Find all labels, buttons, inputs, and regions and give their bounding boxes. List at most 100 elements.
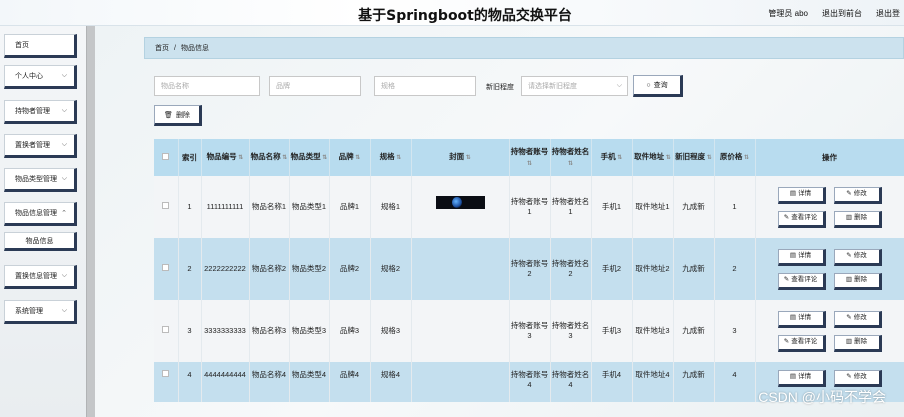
view-reviews-button[interactable]: ✎ 查看评论 — [777, 334, 826, 352]
table-row: 3 3333333333 物品名称3 物品类型3 品牌3 规格3 持物者账号3 … — [154, 300, 904, 362]
select-all-checkbox[interactable] — [154, 139, 179, 176]
condition-select[interactable]: 请选择新旧程度 ⌵ — [521, 76, 628, 96]
col-name[interactable]: 物品名称 ⇅ — [249, 139, 290, 176]
breadcrumb-separator: / — [174, 44, 176, 52]
edit-button[interactable]: ✎ 修改 — [833, 248, 882, 266]
cell-spec: 规格2 — [370, 238, 412, 300]
sidebar-item-info-mgmt[interactable]: 物品信息管理 ⌃ — [4, 202, 77, 226]
row-checkbox[interactable] — [154, 238, 179, 300]
spec-input[interactable]: 规格 — [374, 76, 476, 96]
edit-button[interactable]: ✎ 修改 — [833, 310, 882, 328]
sidebar-item-label: 置换者管理 — [15, 142, 50, 149]
cell-name: 物品名称4 — [249, 362, 290, 402]
sidebar-item-owner-mgmt[interactable]: 持物者管理 ⌵ — [4, 100, 77, 124]
sidebar-item-system-mgmt[interactable]: 系统管理 ⌵ — [4, 300, 77, 324]
condition-label: 新旧程度 — [486, 84, 514, 91]
sidebar-item-label: 物品信息管理 — [15, 210, 57, 217]
cell-owner-name: 持物者姓名3 — [550, 300, 592, 362]
edit-icon: ✎ — [846, 251, 852, 259]
cell-brand: 品牌4 — [329, 362, 371, 402]
trash-icon: ▥ — [845, 213, 853, 221]
detail-button[interactable]: ▤ 详情 — [777, 186, 826, 204]
cell-code: 2222222222 — [201, 238, 250, 300]
detail-button[interactable]: ▤ 详情 — [777, 370, 826, 387]
cell-phone: 手机2 — [591, 238, 633, 300]
cell-name: 物品名称2 — [249, 238, 290, 300]
top-links: 管理员 abo 退出到前台 退出登 — [768, 8, 900, 19]
delete-button[interactable]: ▥ 删除 — [833, 210, 882, 228]
col-brand[interactable]: 品牌 ⇅ — [329, 139, 371, 176]
sidebar-item-label: 系统管理 — [15, 308, 43, 315]
col-spec[interactable]: 规格 ⇅ — [370, 139, 412, 176]
items-table: 索引 物品编号 ⇅ 物品名称 ⇅ 物品类型 ⇅ 品牌 ⇅ 规格 ⇅ 封面 ⇅ 持… — [154, 139, 904, 402]
row-checkbox[interactable] — [154, 362, 179, 402]
row-checkbox[interactable] — [154, 176, 179, 238]
delete-button[interactable]: ▥ 删除 — [833, 334, 882, 352]
search-button-label: 查询 — [653, 82, 668, 89]
item-name-input[interactable]: 物品名称 — [154, 76, 260, 96]
cell-cover — [411, 300, 510, 362]
col-type[interactable]: 物品类型 ⇅ — [289, 139, 330, 176]
col-cover[interactable]: 封面 ⇅ — [411, 139, 510, 176]
cell-name: 物品名称1 — [249, 176, 290, 238]
cell-brand: 品牌2 — [329, 238, 371, 300]
trash-icon: 🗑 — [164, 111, 173, 119]
edit-button[interactable]: ✎ 修改 — [833, 370, 882, 387]
chevron-down-icon: ⌵ — [61, 307, 67, 314]
col-code[interactable]: 物品编号 ⇅ — [201, 139, 250, 176]
cell-index: 4 — [178, 362, 202, 402]
cell-price: 4 — [714, 362, 756, 402]
sidebar-item-home[interactable]: 首页 — [4, 34, 77, 58]
row-checkbox[interactable] — [154, 300, 179, 362]
search-button[interactable]: ○ 查询 — [633, 75, 683, 97]
breadcrumb-home[interactable]: 首页 — [155, 43, 169, 53]
delete-button[interactable]: ▥ 删除 — [833, 272, 882, 290]
sidebar-item-exchange-mgmt[interactable]: 置换信息管理 ⌵ — [4, 265, 77, 289]
sidebar-item-type-mgmt[interactable]: 物品类型管理 ⌵ — [4, 168, 77, 192]
cell-type: 物品类型1 — [289, 176, 330, 238]
review-icon: ✎ — [783, 275, 790, 283]
chevron-down-icon: ⌵ — [61, 72, 67, 79]
cover-image[interactable] — [435, 195, 485, 209]
sidebar-scrollbar[interactable] — [86, 26, 95, 417]
cell-cover — [411, 176, 510, 238]
col-phone[interactable]: 手机 ⇅ — [591, 139, 633, 176]
edit-icon: ✎ — [846, 313, 852, 321]
edit-icon: ✎ — [846, 373, 852, 381]
detail-button[interactable]: ▤ 详情 — [777, 310, 826, 328]
cell-owner-name: 持物者姓名2 — [550, 238, 592, 300]
cell-condition: 九成新 — [673, 362, 715, 402]
view-reviews-button[interactable]: ✎ 查看评论 — [777, 210, 826, 228]
top-bar: 基于Springboot的物品交换平台 管理员 abo 退出到前台 退出登 — [0, 0, 904, 26]
view-reviews-button[interactable]: ✎ 查看评论 — [777, 272, 826, 290]
edit-button[interactable]: ✎ 修改 — [833, 186, 882, 204]
col-owner-account[interactable]: 持物者账号 ⇅ — [509, 139, 551, 176]
detail-button[interactable]: ▤ 详情 — [777, 248, 826, 266]
sidebar-subitem-item-info[interactable]: 物品信息 — [4, 232, 77, 251]
cell-type: 物品类型3 — [289, 300, 330, 362]
sidebar-item-exchanger-mgmt[interactable]: 置换者管理 ⌵ — [4, 134, 77, 158]
trash-icon: ▥ — [845, 337, 853, 345]
review-icon: ✎ — [783, 337, 790, 345]
cell-index: 3 — [178, 300, 202, 362]
col-owner-name[interactable]: 持物者姓名 ⇅ — [550, 139, 592, 176]
breadcrumb-current: 物品信息 — [180, 45, 209, 52]
sidebar-item-profile[interactable]: 个人中心 ⌵ — [4, 65, 77, 89]
search-icon: ○ — [646, 81, 651, 89]
cell-type: 物品类型2 — [289, 238, 330, 300]
breadcrumb: 首页 / 物品信息 — [144, 37, 904, 59]
cell-condition: 九成新 — [673, 238, 715, 300]
cell-condition: 九成新 — [673, 300, 715, 362]
condition-placeholder: 请选择新旧程度 — [528, 83, 577, 90]
cell-actions: ▤ 详情 ✎ 修改 ✎ 查看评论 ▥ 删除 — [755, 300, 904, 362]
sidebar: 首页 个人中心 ⌵ 持物者管理 ⌵ 置换者管理 ⌵ 物品类型管理 ⌵ 物品信息管… — [0, 26, 95, 417]
col-address[interactable]: 取件地址 ⇅ — [632, 139, 674, 176]
logout-link[interactable]: 退出登 — [876, 8, 900, 19]
col-condition[interactable]: 新旧程度 ⇅ — [673, 139, 715, 176]
brand-input[interactable]: 品牌 — [269, 76, 361, 96]
col-price[interactable]: 原价格 ⇅ — [714, 139, 756, 176]
batch-delete-button[interactable]: 🗑 删除 — [154, 105, 202, 126]
cell-owner-account: 持物者账号1 — [509, 176, 551, 238]
back-to-front-link[interactable]: 退出到前台 — [822, 8, 862, 19]
cell-code: 1111111111 — [201, 176, 250, 238]
